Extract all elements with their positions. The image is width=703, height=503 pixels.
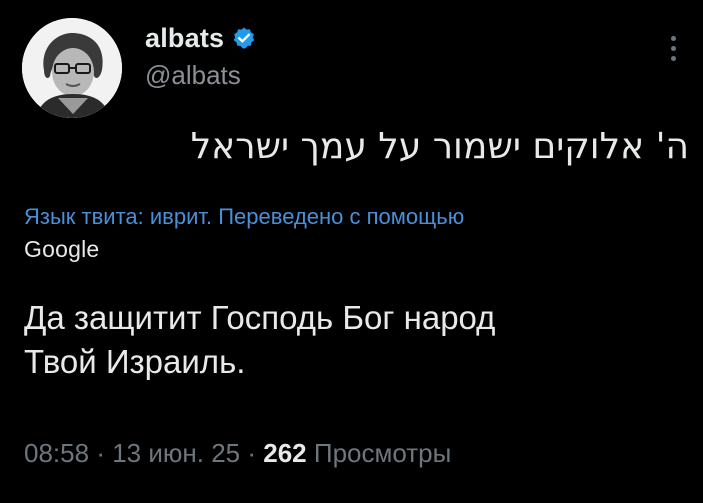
more-options-icon[interactable] xyxy=(668,36,678,66)
avatar-photo-icon xyxy=(22,18,122,118)
translated-line-2: Твой Израиль. xyxy=(24,343,246,380)
translation-provider: Google xyxy=(24,236,100,262)
tweet-translated-text: Да защитит Господь Бог народ Твой Израил… xyxy=(24,296,684,384)
translation-note[interactable]: Язык твита: иврит. Переведено с помощью xyxy=(24,202,664,232)
translated-line-1: Да защитит Господь Бог народ xyxy=(24,299,496,336)
verified-badge-icon xyxy=(232,26,256,50)
display-name[interactable]: albats xyxy=(145,23,224,54)
meta-separator: · xyxy=(96,438,105,468)
author-handle[interactable]: @albats xyxy=(145,60,256,91)
tweet-date[interactable]: 13 июн. 25 xyxy=(112,438,240,468)
views-label: Просмотры xyxy=(313,438,452,468)
views-count: 262 xyxy=(263,438,307,468)
tweet-card: albats @albats ה' אלוקים ישמור על עמך יש… xyxy=(0,0,703,503)
tweet-time[interactable]: 08:58 xyxy=(24,438,89,468)
meta-separator: · xyxy=(247,438,257,468)
author-block: albats @albats xyxy=(145,20,256,91)
display-name-row: albats xyxy=(145,20,256,56)
tweet-original-text: ה' אלוקים ישמור על עמך ישראל xyxy=(190,126,689,167)
tweet-meta: 08:58 · 13 июн. 25 · 262 Просмотры xyxy=(24,438,451,469)
avatar[interactable] xyxy=(22,18,122,118)
